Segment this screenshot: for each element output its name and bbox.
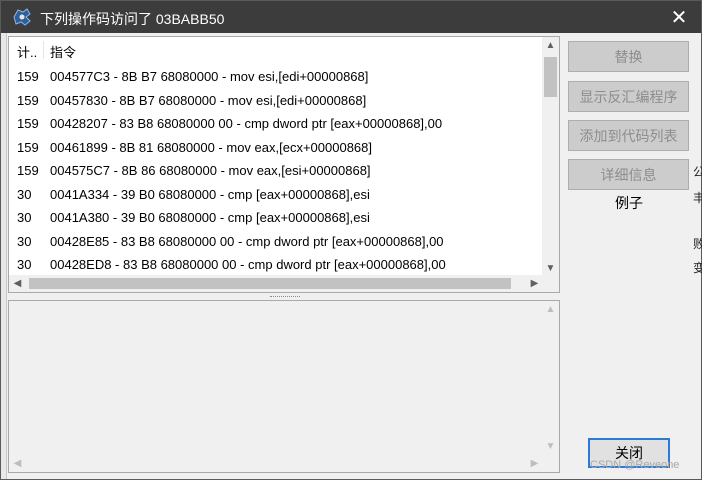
scroll-corner bbox=[542, 455, 559, 472]
row-count: 159 bbox=[17, 69, 39, 84]
row-instruction: 00457830 - 8B B7 68080000 - mov esi,[edi… bbox=[50, 92, 367, 108]
window-title: 下列操作码访问了 03BABB50 bbox=[40, 11, 225, 27]
row-instruction: 0041A334 - 39 B0 68080000 - cmp [eax+000… bbox=[50, 186, 370, 202]
scroll-right-icon[interactable]: ▶ bbox=[526, 455, 543, 472]
table-row[interactable]: 30 0041A334 - 39 B0 68080000 - cmp [eax+0… bbox=[9, 183, 543, 207]
detail-panel[interactable]: ▲ ▼ ◀ ▶ bbox=[8, 300, 560, 473]
detail-vertical-scrollbar[interactable]: ▲ ▼ bbox=[542, 301, 559, 455]
scroll-up-icon[interactable]: ▲ bbox=[542, 37, 559, 54]
list-vertical-scrollbar[interactable]: ▲ ▼ bbox=[542, 37, 559, 277]
table-row[interactable]: 159 004575C7 - 8B 86 68080000 - mov eax,[… bbox=[9, 159, 543, 183]
more-info-button[interactable]: 详细信息 bbox=[568, 159, 689, 190]
opcode-list[interactable]: 计.. 指令 159 004577C3 - 8B B7 68080000 - mo… bbox=[8, 36, 560, 293]
close-icon[interactable]: ✕ bbox=[657, 1, 701, 33]
table-row[interactable]: 159 00457830 - 8B B7 68080000 - mov esi,[… bbox=[9, 89, 543, 113]
example-label: 例子 bbox=[615, 195, 643, 211]
splitter-grip-icon[interactable] bbox=[270, 296, 300, 298]
row-instruction: 004577C3 - 8B B7 68080000 - mov esi,[edi… bbox=[50, 69, 369, 84]
background-text: 败 bbox=[693, 237, 702, 251]
table-row[interactable]: 30 00428ED8 - 83 B8 68080000 00 - cmp dwo… bbox=[9, 253, 543, 277]
background-window-edge bbox=[1, 33, 7, 479]
scroll-up-icon[interactable]: ▲ bbox=[542, 301, 559, 318]
row-count: 30 bbox=[17, 186, 32, 202]
add-to-codelist-button[interactable]: 添加到代码列表 bbox=[568, 120, 689, 151]
table-row[interactable]: 30 00428E85 - 83 B8 68080000 00 - cmp dwo… bbox=[9, 230, 543, 254]
scroll-left-icon[interactable]: ◀ bbox=[9, 455, 26, 472]
scroll-corner bbox=[542, 275, 559, 292]
background-text: 丰 bbox=[693, 191, 702, 205]
row-instruction: 00428E85 - 83 B8 68080000 00 - cmp dword… bbox=[50, 233, 444, 249]
row-instruction: 00428ED8 - 83 B8 68080000 00 - cmp dword… bbox=[50, 257, 446, 272]
row-count: 159 bbox=[17, 92, 39, 108]
scroll-thumb[interactable] bbox=[544, 57, 557, 97]
list-horizontal-scrollbar[interactable]: ◀ ▶ bbox=[9, 275, 543, 292]
table-row[interactable]: 30 0041A380 - 39 B0 68080000 - cmp [eax+0… bbox=[9, 206, 543, 230]
background-text: 变 bbox=[693, 261, 702, 275]
scroll-thumb[interactable] bbox=[29, 278, 511, 289]
column-divider[interactable] bbox=[43, 41, 44, 59]
cheat-engine-icon bbox=[13, 8, 31, 26]
row-count: 30 bbox=[17, 257, 32, 272]
column-header-instruction[interactable]: 指令 bbox=[50, 42, 76, 61]
scroll-right-icon[interactable]: ▶ bbox=[526, 275, 543, 292]
watermark: CSDN @Reveone bbox=[590, 459, 680, 471]
dialog-window: 下列操作码访问了 03BABB50 ✕ 计.. 指令 159 004577C3 -… bbox=[0, 0, 702, 480]
row-instruction: 0041A380 - 39 B0 68080000 - cmp [eax+000… bbox=[50, 210, 370, 225]
background-text: 公 bbox=[693, 165, 702, 179]
table-row[interactable]: 159 00428207 - 83 B8 68080000 00 - cmp dw… bbox=[9, 112, 543, 136]
scroll-down-icon[interactable]: ▼ bbox=[542, 438, 559, 455]
row-count: 159 bbox=[17, 163, 39, 178]
row-instruction: 00428207 - 83 B8 68080000 00 - cmp dword… bbox=[50, 116, 443, 131]
column-header-count[interactable]: 计.. bbox=[17, 42, 37, 61]
row-instruction: 00461899 - 8B 81 68080000 - mov eax,[ecx… bbox=[50, 139, 372, 155]
row-count: 159 bbox=[17, 139, 39, 155]
row-instruction: 004575C7 - 8B 86 68080000 - mov eax,[esi… bbox=[50, 163, 371, 178]
table-row[interactable]: 159 004577C3 - 8B B7 68080000 - mov esi,[… bbox=[9, 65, 543, 89]
row-count: 159 bbox=[17, 116, 39, 131]
detail-horizontal-scrollbar[interactable]: ◀ ▶ bbox=[9, 455, 543, 472]
title-bar[interactable]: 下列操作码访问了 03BABB50 ✕ bbox=[1, 1, 701, 33]
list-rows: 159 004577C3 - 8B B7 68080000 - mov esi,[… bbox=[9, 63, 543, 277]
replace-button[interactable]: 替换 bbox=[568, 41, 689, 72]
list-header: 计.. 指令 bbox=[9, 37, 543, 63]
background-window-peek: 公 丰 败 变 bbox=[693, 161, 702, 281]
row-count: 30 bbox=[17, 210, 32, 225]
row-count: 30 bbox=[17, 233, 32, 249]
scroll-left-icon[interactable]: ◀ bbox=[9, 275, 26, 292]
table-row[interactable]: 159 00461899 - 8B 81 68080000 - mov eax,[… bbox=[9, 136, 543, 160]
show-disassembler-button[interactable]: 显示反汇编程序 bbox=[568, 81, 689, 112]
